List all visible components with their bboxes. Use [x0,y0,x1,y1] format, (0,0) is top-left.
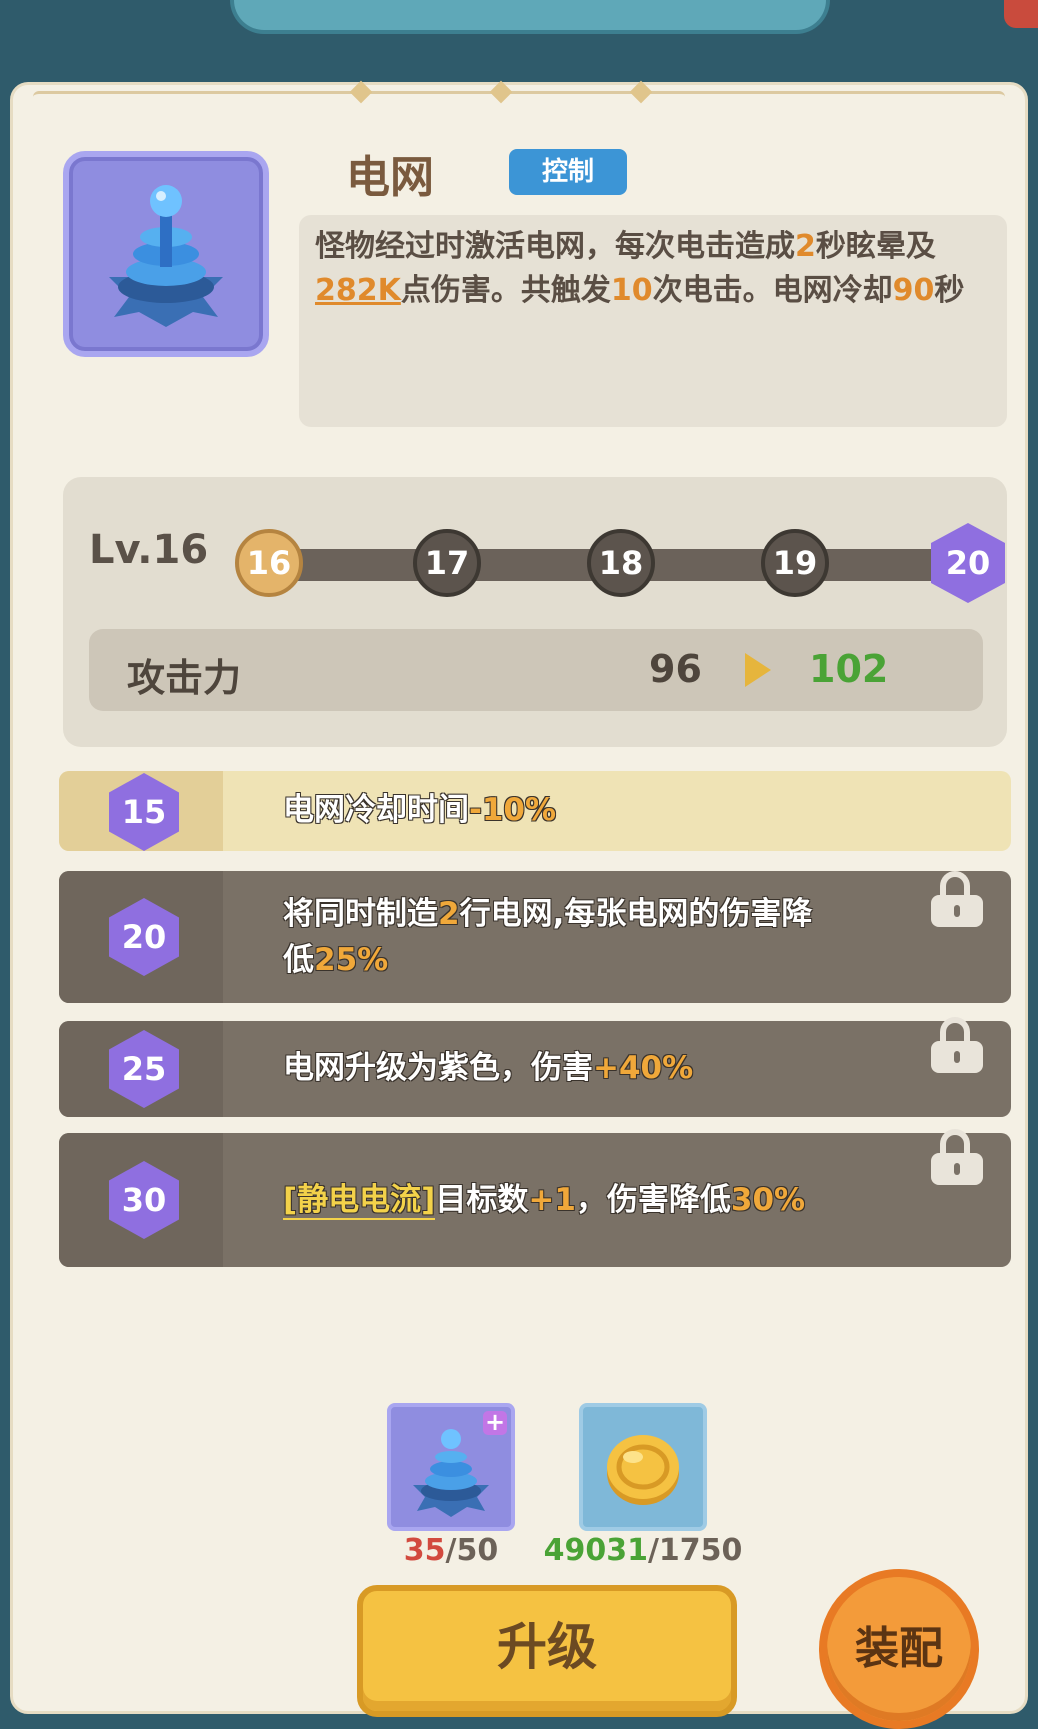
tower-name: 电网 [346,152,434,203]
unlock-row-30: 30 [静电电流]目标数+1，伤害降低30% [59,1129,1011,1267]
level-node-current: 16 [235,529,303,597]
unlock-text-part: 电网冷却时间 [283,792,469,828]
unlock-text-part: 行电网,每张电网的伤害降 [459,896,813,932]
unlock-row-20: 20 将同时制造2行电网,每张电网的伤害降 低25% [59,871,1011,1003]
tower-portrait [63,151,269,357]
desc-text: 秒眩晕及 [815,229,936,264]
unlock-value: 30% [730,1182,806,1218]
lock-icon [931,1129,983,1185]
desc-text: 点伤害。共触发 [400,273,611,308]
tower-description: 怪物经过时激活电网，每次电击造成2秒眩晕及 282K点伤害。共触发10次电击。电网… [299,215,1007,427]
material-coins[interactable] [579,1403,707,1531]
tower-detail-panel: 电网 控制 怪物经过时激活电网，每次电击造成2秒眩晕及282K点伤害。共触发10… [10,80,1028,1729]
tower-type-badge: 控制 [509,149,627,195]
unlock-text-part: ，伤害降低 [575,1182,731,1218]
unlock-text: [静电电流]目标数+1，伤害降低30% [283,1177,805,1223]
electric-tower-icon [109,185,223,327]
unlock-row-15: 15 电网冷却时间-10% [59,771,1011,851]
count-have: 35 [403,1533,446,1568]
count-need: /1750 [647,1533,743,1568]
desc-text: 秒 [934,273,965,308]
decor-diamond [629,80,653,104]
desc-shock-count: 10 [610,273,653,308]
stat-next-value: 102 [809,647,889,691]
stat-current-value: 96 [649,647,702,691]
count-need: /50 [445,1533,499,1568]
level-node: 17 [413,529,481,597]
desc-stun-seconds: 2 [795,229,816,264]
unlock-text: 将同时制造2行电网,每张电网的伤害降低25% [283,891,923,983]
unlock-row-25: 25 电网升级为紫色，伤害+40% [59,1017,1011,1117]
plus-icon[interactable]: + [483,1410,507,1435]
decor-diamond [489,80,513,104]
stat-name: 攻击力 [127,656,242,700]
unlock-value: 25% [314,942,389,978]
level-progress-section: Lv.16 16 17 18 19 20 攻击力 96 102 [63,477,1007,747]
unlock-text-part: 电网升级为紫色，伤害 [283,1050,593,1086]
equip-button[interactable]: 装配 [819,1569,979,1729]
panel-decoration [33,80,1005,104]
unlock-text: 电网升级为紫色，伤害+40% [283,1045,693,1091]
lock-icon [931,1017,983,1073]
level-node: 18 [587,529,655,597]
close-corner[interactable] [1004,0,1038,28]
unlock-text-part: 目标数 [435,1182,529,1218]
upgrade-button[interactable]: 升级 [357,1585,737,1717]
desc-damage-value[interactable]: 282K [315,273,401,308]
material-coin-count: 49031/1750 [523,1533,763,1568]
unlock-text-part: 低 [283,942,314,978]
level-node-max: 20 [931,523,1005,603]
desc-cooldown: 90 [892,273,935,308]
count-have: 49031 [543,1533,648,1568]
unlock-text-part: 将同时制造 [283,896,438,932]
desc-text: 怪物经过时激活电网，每次电击造成 [315,229,795,264]
top-banner [230,0,830,34]
desc-text: 次电击。电网冷却 [652,273,893,308]
unlock-value: -10% [469,792,557,828]
decor-diamond [349,80,373,104]
material-tower-card[interactable]: + [387,1403,515,1531]
lock-icon [931,871,983,927]
keyword-link-static-current[interactable]: [静电电流] [283,1182,436,1220]
unlock-value: +40% [593,1050,694,1086]
level-label: Lv.16 [89,527,209,573]
unlock-text: 电网冷却时间-10% [283,787,556,833]
level-node: 19 [761,529,829,597]
material-tower-count: 35/50 [367,1533,535,1568]
unlock-value: 2 [438,896,460,932]
unlock-value: +1 [528,1182,576,1218]
gold-coin-icon [607,1435,679,1505]
stat-row-attack: 攻击力 96 102 [89,629,983,711]
arrow-right-icon [745,653,771,687]
